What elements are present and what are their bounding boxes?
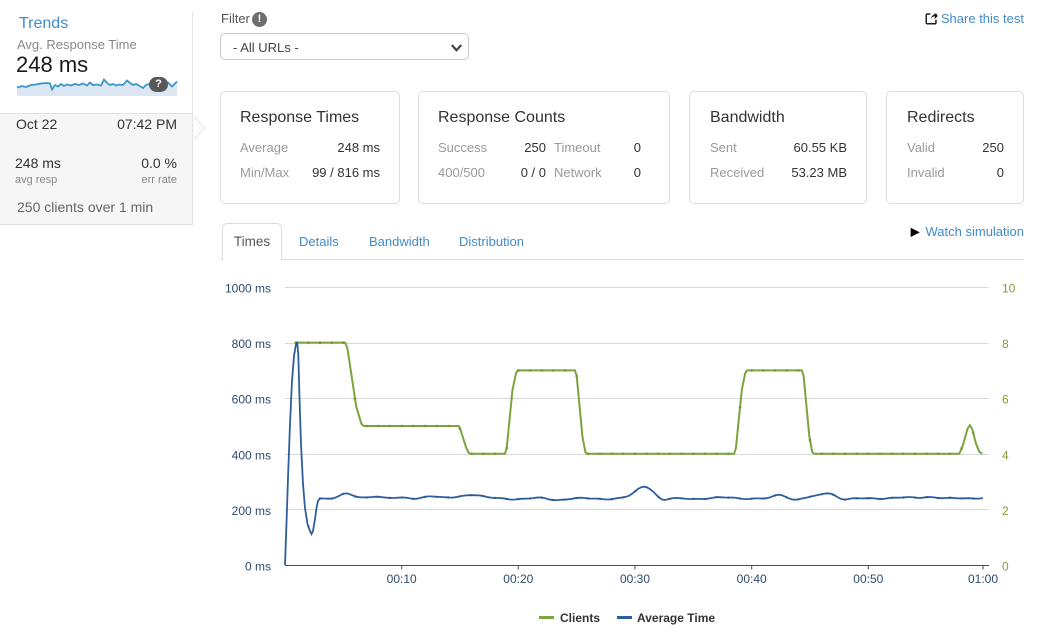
svg-text:Average Time: Average Time xyxy=(637,611,715,625)
svg-text:6: 6 xyxy=(1002,393,1009,407)
svg-text:00:30: 00:30 xyxy=(620,572,650,586)
svg-text:01:00: 01:00 xyxy=(968,572,998,586)
svg-text:00:50: 00:50 xyxy=(853,572,883,586)
svg-text:8: 8 xyxy=(1002,337,1009,351)
svg-text:200 ms: 200 ms xyxy=(232,504,271,518)
svg-text:4: 4 xyxy=(1002,448,1009,462)
svg-text:400 ms: 400 ms xyxy=(232,448,271,462)
svg-text:0 ms: 0 ms xyxy=(245,560,271,574)
svg-text:Clients: Clients xyxy=(560,611,600,625)
svg-text:600 ms: 600 ms xyxy=(232,393,271,407)
svg-text:00:40: 00:40 xyxy=(737,572,767,586)
svg-text:800 ms: 800 ms xyxy=(232,337,271,351)
svg-text:00:20: 00:20 xyxy=(503,572,533,586)
svg-text:0: 0 xyxy=(1002,560,1009,574)
svg-text:10: 10 xyxy=(1002,282,1016,296)
svg-text:2: 2 xyxy=(1002,504,1009,518)
svg-text:00:10: 00:10 xyxy=(387,572,417,586)
svg-text:1000 ms: 1000 ms xyxy=(225,282,271,296)
